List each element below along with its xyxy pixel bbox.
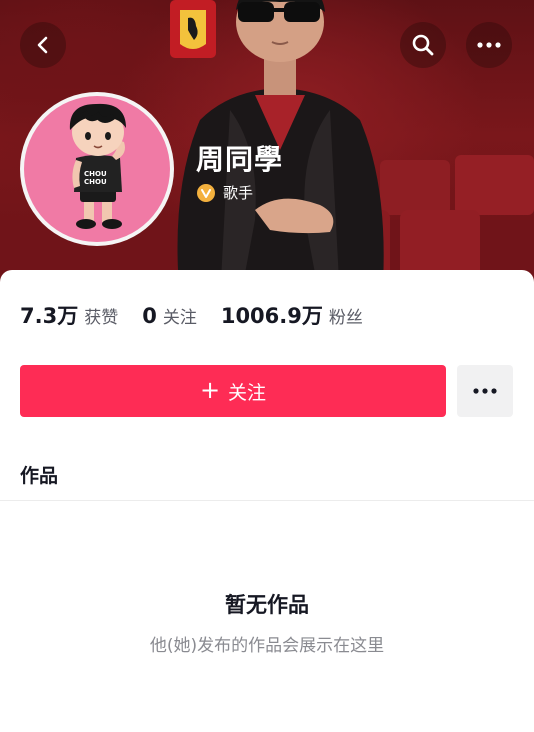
stat-label: 粉丝 — [328, 308, 363, 328]
more-options-button[interactable] — [466, 22, 512, 68]
more-actions-button[interactable] — [457, 365, 513, 417]
more-dots-icon — [473, 388, 497, 394]
profile-name: 周同學 — [196, 143, 284, 176]
more-dots-icon — [477, 42, 501, 48]
stat-value: 0 — [142, 304, 157, 328]
stat-value: 7.3万 — [20, 304, 79, 328]
stat-followers[interactable]: 1006.9万 粉丝 — [221, 300, 363, 330]
follow-button-label: 关注 — [228, 381, 267, 404]
tab-works[interactable]: 作品 — [20, 461, 58, 488]
stat-label: 关注 — [162, 308, 197, 328]
plus-icon: + — [199, 375, 221, 404]
avatar-image: CHOU CHOU — [24, 96, 170, 242]
stat-following[interactable]: 0 关注 — [142, 303, 197, 328]
empty-state-title: 暂无作品 — [225, 593, 309, 617]
tab-divider — [0, 500, 534, 501]
chevron-left-icon — [37, 36, 48, 54]
back-button[interactable] — [20, 22, 66, 68]
avatar[interactable]: CHOU CHOU — [20, 92, 174, 246]
stat-label: 获赞 — [84, 308, 119, 328]
follow-button[interactable]: + 关注 — [20, 365, 446, 417]
search-button[interactable] — [400, 22, 446, 68]
stats-row: 7.3万 获赞 0 关注 1006.9万 粉丝 — [20, 300, 387, 330]
profile-page: CHOU CHOU 周同學 歌手 7.3万 获赞 0 关注 1006.9万 粉丝… — [0, 0, 534, 732]
svg-text:CHOU: CHOU — [84, 170, 107, 178]
stat-value: 1006.9万 — [220, 304, 323, 328]
verified-v-icon — [197, 183, 215, 202]
stat-likes[interactable]: 7.3万 获赞 — [20, 300, 118, 330]
verified-badge: 歌手 — [197, 182, 253, 203]
profile-content-sheet — [0, 270, 534, 732]
cartoon-figure-avatar: CHOU CHOU — [69, 103, 126, 229]
empty-state-subtitle: 他(她)发布的作品会展示在这里 — [149, 636, 385, 656]
verified-label: 歌手 — [223, 184, 254, 202]
search-icon — [412, 34, 434, 56]
svg-text:CHOU: CHOU — [84, 178, 107, 186]
